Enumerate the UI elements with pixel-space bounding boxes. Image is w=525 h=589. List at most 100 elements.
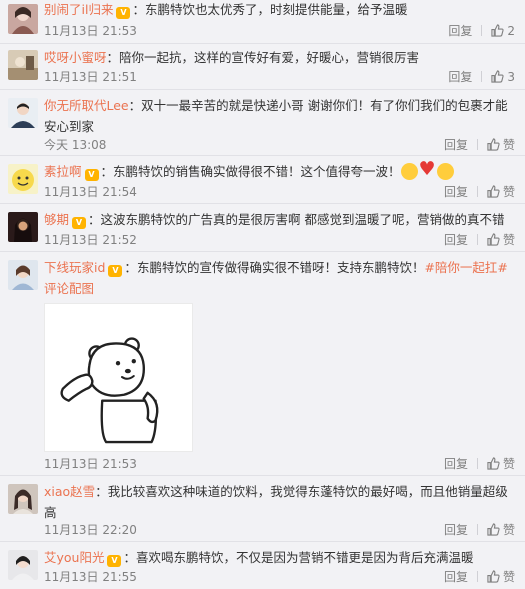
username-link[interactable]: 素拉啊 (44, 164, 82, 179)
username-link[interactable]: 你无所取代Lee (44, 98, 129, 113)
timestamp: 11月13日 22:20 (44, 523, 137, 537)
avatar[interactable] (8, 50, 38, 80)
username-link[interactable]: 哎呀小蜜呀 (44, 50, 107, 65)
comment-meta: 11月13日 22:20 回复 赞 (44, 521, 515, 539)
grinning-emoji-icon (400, 163, 418, 180)
reply-button[interactable]: 回复 (448, 68, 472, 85)
username-link[interactable]: 艾you阳光 (44, 550, 104, 565)
comment-text: 东鹏特饮的销售确实做得很不错！这个值得夸一波！ (113, 164, 401, 179)
timestamp: 11月13日 21:52 (44, 233, 137, 247)
like-label: 赞 (502, 570, 515, 584)
like-label: 赞 (502, 457, 515, 471)
comment-list: 别闹了il归来：东鹏特饮也太优秀了，时刻提供能量，给予温暖 11月13日 21:… (0, 0, 525, 589)
comment-meta: 11月13日 21:54 回复 赞 (44, 183, 515, 201)
like-button[interactable]: 2 (491, 24, 515, 38)
comment-item: 素拉啊：东鹏特饮的销售确实做得很不错！这个值得夸一波！ 11月13日 21:54… (0, 156, 525, 204)
comment-item: 别闹了il归来：东鹏特饮也太优秀了，时刻提供能量，给予温暖 11月13日 21:… (0, 0, 525, 44)
heart-emoji-icon (419, 159, 436, 180)
timestamp: 11月13日 21:54 (44, 185, 137, 199)
reply-button[interactable]: 回复 (444, 521, 468, 538)
vip-badge-icon (84, 169, 99, 181)
username-link[interactable]: 别闹了il归来 (44, 2, 113, 17)
avatar[interactable] (8, 260, 38, 290)
vip-badge-icon (72, 217, 87, 229)
comment-image[interactable] (44, 303, 193, 452)
like-button[interactable]: 赞 (487, 231, 515, 248)
avatar[interactable] (8, 164, 38, 194)
comment-meta: 11月13日 21:55 回复 赞 (44, 568, 515, 586)
like-button[interactable]: 赞 (487, 183, 515, 200)
timestamp: 11月13日 21:53 (44, 457, 137, 471)
reply-button[interactable]: 回复 (444, 455, 468, 472)
thumbs-up-icon (487, 138, 500, 151)
like-button[interactable]: 赞 (487, 136, 515, 153)
reply-button[interactable]: 回复 (448, 22, 472, 39)
surprised-emoji-icon (436, 163, 454, 180)
timestamp: 11月13日 21:55 (44, 570, 137, 584)
thumbs-up-icon (487, 523, 500, 536)
like-label: 赞 (502, 185, 515, 199)
comment-item: 哎呀小蜜呀：陪你一起抗，这样的宣传好有爱，好暖心，营销很厉害 11月13日 21… (0, 44, 525, 90)
avatar[interactable] (8, 98, 38, 128)
comment-item: 够期：这波东鹏特饮的广告真的是很厉害啊 都感觉到温暖了呢，营销做的真不错 11月… (0, 204, 525, 252)
like-count: 2 (507, 23, 515, 38)
timestamp: 11月13日 21:53 (44, 24, 137, 38)
comment-content: 别闹了il归来：东鹏特饮也太优秀了，时刻提供能量，给予温暖 (44, 0, 515, 20)
vip-badge-icon (108, 265, 123, 277)
username-link[interactable]: xiao赵雪 (44, 484, 95, 499)
divider (476, 571, 478, 582)
comment-image-link[interactable]: 评论配图 (44, 281, 94, 296)
thumbs-up-icon (487, 233, 500, 246)
comment-content: 哎呀小蜜呀：陪你一起抗，这样的宣传好有爱，好暖心，营销很厉害 (44, 50, 420, 65)
thumbs-up-icon (491, 70, 504, 83)
thumbs-up-icon (487, 570, 500, 583)
comment-text: 东鹏特饮的宣传做得确实很不错呀！支持东鹏特饮！ (136, 260, 425, 275)
like-button[interactable]: 赞 (487, 455, 515, 472)
comment-meta: 今天 13:08 回复 赞 (44, 136, 515, 154)
comment-item: xiao赵雪：我比较喜欢这种味道的饮料，我觉得东蓬特饮的最好喝，而且他销量超级高… (0, 476, 525, 542)
reply-button[interactable]: 回复 (444, 136, 468, 153)
timestamp: 11月13日 21:51 (44, 70, 137, 84)
comment-content: 你无所取代Lee：双十一最辛苦的就是快递小哥 谢谢你们！有了你们我们的包裹才能安… (44, 98, 508, 134)
like-button[interactable]: 赞 (487, 521, 515, 538)
comment-meta: 11月13日 21:51 回复 3 (44, 68, 515, 86)
thumbs-up-icon (487, 185, 500, 198)
topic-tag-link[interactable]: #陪你一起扛# (424, 260, 507, 275)
avatar[interactable] (8, 484, 38, 514)
divider (476, 458, 478, 469)
divider (476, 524, 478, 535)
divider (476, 186, 478, 197)
reply-button[interactable]: 回复 (444, 568, 468, 585)
vip-badge-icon (107, 555, 122, 567)
divider (481, 71, 483, 82)
comment-item: 你无所取代Lee：双十一最辛苦的就是快递小哥 谢谢你们！有了你们我们的包裹才能安… (0, 90, 525, 156)
username-link[interactable]: 够期 (44, 212, 69, 227)
comment-item: 艾you阳光：喜欢喝东鹏特饮，不仅是因为营销不错更是因为背后充满温暖 11月13… (0, 542, 525, 589)
comment-text: 这波东鹏特饮的广告真的是很厉害啊 都感觉到温暖了呢，营销做的真不错 (100, 212, 505, 227)
avatar[interactable] (8, 212, 38, 242)
comment-text: 喜欢喝东鹏特饮，不仅是因为营销不错更是因为背后充满温暖 (135, 550, 474, 565)
polar-bear-sticker-icon (60, 337, 159, 444)
like-button[interactable]: 3 (491, 70, 515, 84)
avatar[interactable] (8, 550, 38, 580)
reply-button[interactable]: 回复 (444, 183, 468, 200)
avatar[interactable] (8, 4, 38, 34)
like-label: 赞 (502, 138, 515, 152)
like-button[interactable]: 赞 (487, 568, 515, 585)
thumbs-up-icon (491, 24, 504, 37)
comment-content: xiao赵雪：我比较喜欢这种味道的饮料，我觉得东蓬特饮的最好喝，而且他销量超级高 (44, 484, 508, 520)
comment-text: 我比较喜欢这种味道的饮料，我觉得东蓬特饮的最好喝，而且他销量超级高 (44, 484, 508, 520)
comment-content: 下线玩家id：东鹏特饮的宣传做得确实很不错呀！支持东鹏特饮！#陪你一起扛# 评论… (44, 257, 515, 299)
comment-meta: 11月13日 21:52 回复 赞 (44, 231, 515, 249)
comment-content: 够期：这波东鹏特饮的广告真的是很厉害啊 都感觉到温暖了呢，营销做的真不错 (44, 209, 515, 230)
comment-text: 东鹏特饮也太优秀了，时刻提供能量，给予温暖 (144, 2, 408, 17)
comment-content: 艾you阳光：喜欢喝东鹏特饮，不仅是因为营销不错更是因为背后充满温暖 (44, 547, 515, 568)
divider (476, 139, 478, 150)
thumbs-up-icon (487, 457, 500, 470)
like-label: 赞 (502, 523, 515, 537)
reply-button[interactable]: 回复 (444, 231, 468, 248)
comment-meta: 11月13日 21:53 回复 赞 (44, 455, 515, 473)
username-link[interactable]: 下线玩家id (44, 260, 105, 275)
like-count: 3 (507, 69, 515, 84)
like-label: 赞 (502, 233, 515, 247)
